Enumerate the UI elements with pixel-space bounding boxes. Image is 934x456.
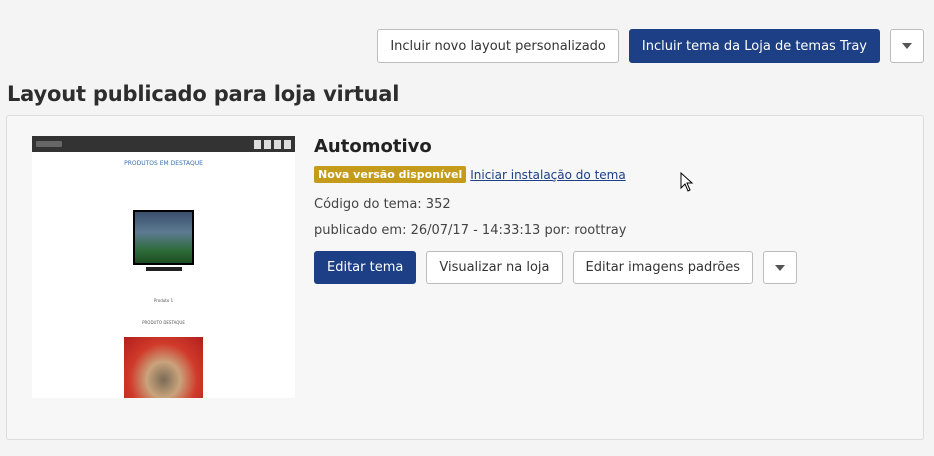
- thumbnail-product-text: Produto 1: [153, 298, 174, 303]
- thumbnail-tv-image: [133, 210, 194, 272]
- view-in-store-button[interactable]: Visualizar na loja: [426, 251, 563, 284]
- thumbnail-icon: [264, 139, 271, 149]
- thumbnail-logo: [36, 141, 62, 147]
- thumbnail-photo: [124, 337, 203, 398]
- thumbnail-heading: PRODUTOS EM DESTAQUE: [124, 160, 203, 167]
- theme-info: Automotivo Nova versão disponível Inicia…: [314, 136, 798, 284]
- page-title: Layout publicado para loja virtual: [7, 82, 400, 106]
- theme-card: PRODUTOS EM DESTAQUE Produto 1 PRODUTO D…: [6, 115, 924, 440]
- version-row: Nova versão disponível Iniciar instalaçã…: [314, 166, 797, 183]
- theme-code: Código do tema: 352: [314, 197, 451, 212]
- thumbnail-icon: [254, 139, 261, 149]
- thumbnail-header-bar: [32, 136, 295, 152]
- theme-thumbnail[interactable]: PRODUTOS EM DESTAQUE Produto 1 PRODUTO D…: [32, 136, 295, 398]
- mouse-pointer-icon: [680, 172, 694, 192]
- caret-down-icon: [902, 43, 912, 49]
- edit-theme-button[interactable]: Editar tema: [314, 251, 417, 284]
- new-version-badge: Nova versão disponível: [314, 166, 467, 183]
- theme-name: Automotivo: [314, 136, 432, 157]
- theme-more-button[interactable]: [763, 251, 798, 284]
- thumbnail-section-text: PRODUTO DESTAQUE: [142, 320, 185, 325]
- top-toolbar: Incluir novo layout personalizado Inclui…: [377, 29, 924, 63]
- thumbnail-icon: [284, 139, 291, 149]
- theme-actions: Editar tema Visualizar na loja Editar im…: [314, 251, 798, 284]
- add-custom-layout-button[interactable]: Incluir novo layout personalizado: [377, 29, 619, 63]
- add-tray-theme-button[interactable]: Incluir tema da Loja de temas Tray: [628, 29, 880, 63]
- install-theme-link[interactable]: Iniciar instalação do tema: [470, 168, 625, 182]
- caret-down-icon: [775, 264, 786, 271]
- published-info: publicado em: 26/07/17 - 14:33:13 por: r…: [314, 223, 627, 238]
- edit-default-images-button[interactable]: Editar imagens padrões: [572, 251, 754, 284]
- toolbar-more-button[interactable]: [890, 29, 924, 63]
- thumbnail-icon: [274, 139, 281, 149]
